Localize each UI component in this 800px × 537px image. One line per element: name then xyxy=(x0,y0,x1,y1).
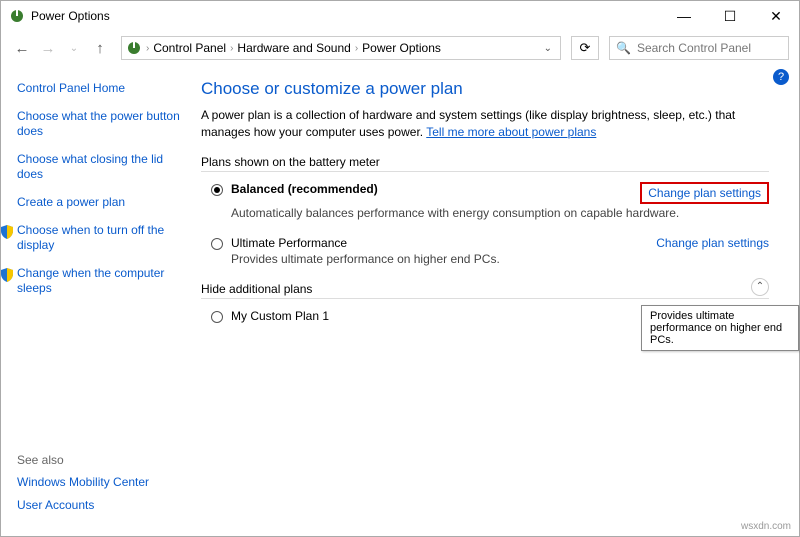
window-title: Power Options xyxy=(31,9,661,23)
maximize-button[interactable]: ☐ xyxy=(707,1,753,31)
see-also-label: See also xyxy=(17,453,149,467)
change-plan-settings-link[interactable]: Change plan settings xyxy=(640,182,769,204)
sidebar-link[interactable]: Create a power plan xyxy=(17,195,181,211)
plan-row: Balanced (recommended) Change plan setti… xyxy=(211,182,769,232)
close-button[interactable]: ✕ xyxy=(753,1,799,31)
chevron-right-icon: › xyxy=(230,43,233,54)
shield-icon xyxy=(0,267,15,283)
sidebar-link[interactable]: Choose what closing the lid does xyxy=(17,152,181,183)
plan-name[interactable]: Ultimate Performance xyxy=(231,236,347,250)
app-icon xyxy=(9,8,25,24)
breadcrumb-item[interactable]: Hardware and Sound xyxy=(237,41,350,55)
minimize-button[interactable]: — xyxy=(661,1,707,31)
plan-description: Automatically balances performance with … xyxy=(231,206,769,220)
chevron-right-icon: › xyxy=(146,43,149,54)
learn-more-link[interactable]: Tell me more about power plans xyxy=(426,125,596,139)
page-heading: Choose or customize a power plan xyxy=(201,79,769,99)
plan-name[interactable]: My Custom Plan 1 xyxy=(231,309,329,323)
section-plans-shown: Plans shown on the battery meter xyxy=(201,155,769,172)
refresh-button[interactable]: ⟳ xyxy=(571,36,599,60)
search-icon: 🔍 xyxy=(616,41,631,55)
plan-name[interactable]: Balanced (recommended) xyxy=(231,182,378,204)
power-icon xyxy=(126,40,142,56)
watermark: wsxdn.com xyxy=(741,521,791,532)
tooltip: Provides ultimate performance on higher … xyxy=(641,305,799,351)
sidebar-home-link[interactable]: Control Panel Home xyxy=(17,81,181,97)
address-dropdown[interactable]: ⌄ xyxy=(540,43,556,54)
sidebar-link[interactable]: Change when the computer sleeps xyxy=(17,266,181,297)
see-also-link[interactable]: Windows Mobility Center xyxy=(17,475,149,491)
chevron-right-icon: › xyxy=(355,43,358,54)
change-plan-settings-link[interactable]: Change plan settings xyxy=(656,236,769,250)
forward-button[interactable]: → xyxy=(37,37,59,59)
up-button[interactable]: ↑ xyxy=(89,37,111,59)
plan-row: Ultimate Performance Change plan setting… xyxy=(211,236,769,278)
collapse-icon[interactable]: ⌃ xyxy=(751,278,769,296)
search-placeholder: Search Control Panel xyxy=(637,41,751,55)
plan-radio-custom[interactable] xyxy=(211,311,223,323)
recent-dropdown[interactable]: ⌄ xyxy=(63,37,85,59)
page-description: A power plan is a collection of hardware… xyxy=(201,107,769,141)
breadcrumb-item[interactable]: Power Options xyxy=(362,41,441,55)
breadcrumb-item[interactable]: Control Panel xyxy=(153,41,226,55)
see-also-link[interactable]: User Accounts xyxy=(17,498,149,514)
section-hide-additional[interactable]: Hide additional plans ⌃ xyxy=(201,282,769,299)
search-input[interactable]: 🔍 Search Control Panel xyxy=(609,36,789,60)
sidebar-link[interactable]: Choose when to turn off the display xyxy=(17,223,181,254)
shield-icon xyxy=(0,224,15,240)
plan-radio-balanced[interactable] xyxy=(211,184,223,196)
plan-radio-ultimate[interactable] xyxy=(211,238,223,250)
sidebar-link[interactable]: Choose what the power button does xyxy=(17,109,181,140)
plan-description: Provides ultimate performance on higher … xyxy=(231,252,769,266)
back-button[interactable]: ← xyxy=(11,37,33,59)
address-bar[interactable]: › Control Panel › Hardware and Sound › P… xyxy=(121,36,561,60)
